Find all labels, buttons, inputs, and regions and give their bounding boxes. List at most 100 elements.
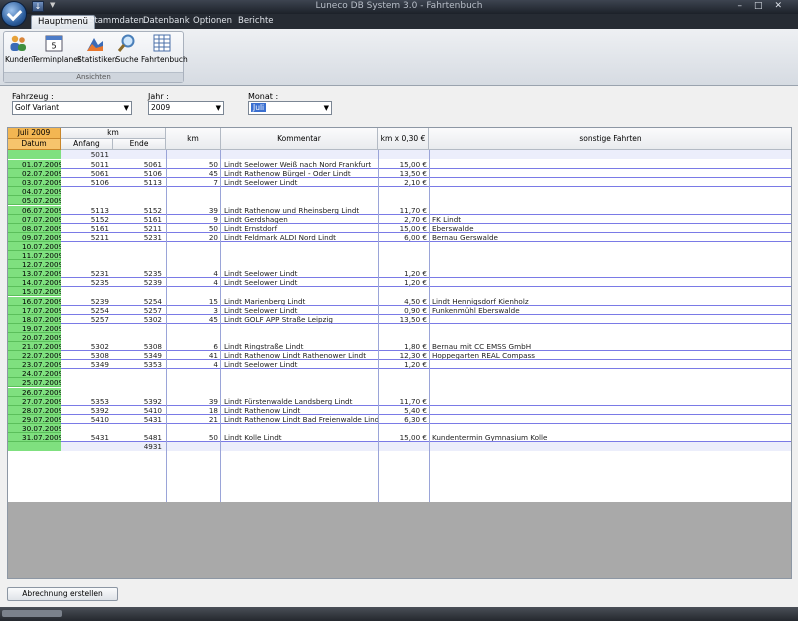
kommentar-cell[interactable] bbox=[221, 388, 378, 397]
ende-cell[interactable] bbox=[113, 187, 166, 196]
sonstige-cell[interactable] bbox=[429, 369, 791, 378]
anfang-cell[interactable] bbox=[61, 251, 113, 260]
kommentar-cell[interactable] bbox=[221, 260, 378, 269]
sonstige-cell[interactable] bbox=[429, 287, 791, 296]
km-cell[interactable] bbox=[166, 251, 220, 260]
anfang-cell[interactable] bbox=[61, 187, 113, 196]
geld-cell[interactable] bbox=[378, 388, 429, 397]
geld-cell[interactable] bbox=[378, 242, 429, 251]
km-cell[interactable] bbox=[166, 196, 220, 205]
ende-cell[interactable] bbox=[113, 378, 166, 387]
km-cell[interactable] bbox=[166, 388, 220, 397]
geld-cell[interactable] bbox=[378, 260, 429, 269]
anfang-cell[interactable] bbox=[61, 388, 113, 397]
sonstige-cell[interactable] bbox=[429, 260, 791, 269]
sonstige-cell[interactable] bbox=[429, 378, 791, 387]
suche-button[interactable]: Suche bbox=[114, 33, 140, 69]
kommentar-cell[interactable] bbox=[221, 369, 378, 378]
geld-cell[interactable] bbox=[378, 378, 429, 387]
close-button[interactable]: ✕ bbox=[774, 1, 794, 11]
table-row[interactable]: 05.07.2009 bbox=[8, 196, 791, 206]
kommentar-header[interactable]: Kommentar bbox=[221, 128, 378, 150]
kommentar-cell[interactable] bbox=[221, 378, 378, 387]
datum-header[interactable]: Datum bbox=[8, 139, 61, 150]
ende-cell[interactable] bbox=[113, 369, 166, 378]
table-row[interactable]: 10.07.2009 bbox=[8, 241, 791, 251]
statistiken-button[interactable]: Statistiken bbox=[77, 33, 117, 69]
ende-cell[interactable] bbox=[113, 196, 166, 205]
sonstige-cell[interactable] bbox=[429, 333, 791, 342]
sonstige-cell[interactable] bbox=[429, 196, 791, 205]
kommentar-cell[interactable] bbox=[221, 196, 378, 205]
ende-cell[interactable] bbox=[113, 251, 166, 260]
geld-cell[interactable] bbox=[378, 324, 429, 333]
kommentar-cell[interactable] bbox=[221, 287, 378, 296]
ende-cell[interactable] bbox=[113, 333, 166, 342]
km-cell[interactable] bbox=[166, 287, 220, 296]
table-row[interactable]: 26.07.2009 bbox=[8, 387, 791, 397]
fahrtenbuch-button[interactable]: Fahrtenbuch bbox=[141, 33, 188, 69]
kommentar-cell[interactable] bbox=[221, 333, 378, 342]
km-cell[interactable] bbox=[166, 324, 220, 333]
kommentar-cell[interactable] bbox=[221, 251, 378, 260]
window-controls[interactable]: –□✕ bbox=[737, 1, 794, 11]
terminplaner-button[interactable]: 5 Terminplaner bbox=[32, 33, 81, 69]
sonstige-header[interactable]: sonstige Fahrten bbox=[429, 128, 791, 150]
anfang-cell[interactable] bbox=[61, 378, 113, 387]
geld-cell[interactable] bbox=[378, 251, 429, 260]
geld-cell[interactable] bbox=[378, 196, 429, 205]
sonstige-cell[interactable] bbox=[429, 251, 791, 260]
geld-cell[interactable] bbox=[378, 187, 429, 196]
kommentar-cell[interactable] bbox=[221, 424, 378, 433]
sonstige-cell[interactable] bbox=[429, 324, 791, 333]
table-row[interactable]: 20.07.2009 bbox=[8, 332, 791, 342]
tab-berichte[interactable]: Berichte bbox=[232, 15, 280, 29]
table-row[interactable]: 04.07.2009 bbox=[8, 187, 791, 197]
monat-select[interactable]: Juli ▼ bbox=[248, 101, 332, 115]
km-cell[interactable] bbox=[166, 424, 220, 433]
ende-cell[interactable] bbox=[113, 388, 166, 397]
minimize-button[interactable]: – bbox=[737, 1, 754, 11]
anfang-cell[interactable] bbox=[61, 196, 113, 205]
geld-cell[interactable] bbox=[378, 424, 429, 433]
table-row[interactable]: 19.07.2009 bbox=[8, 323, 791, 333]
anfang-cell[interactable] bbox=[61, 242, 113, 251]
fahrzeug-select[interactable]: Golf Variant ▼ bbox=[12, 101, 132, 115]
anfang-cell[interactable] bbox=[61, 424, 113, 433]
km-header[interactable]: km bbox=[166, 128, 221, 150]
geld-header[interactable]: km x 0,30 € bbox=[378, 128, 429, 150]
anfang-cell[interactable] bbox=[61, 324, 113, 333]
ende-cell[interactable] bbox=[113, 242, 166, 251]
geld-cell[interactable] bbox=[378, 333, 429, 342]
table-row[interactable]: 24.07.2009 bbox=[8, 369, 791, 379]
sonstige-cell[interactable] bbox=[429, 424, 791, 433]
table-row[interactable]: 15.07.2009 bbox=[8, 287, 791, 297]
jahr-select[interactable]: 2009 ▼ bbox=[148, 101, 224, 115]
kommentar-cell[interactable] bbox=[221, 187, 378, 196]
geld-cell[interactable] bbox=[378, 287, 429, 296]
anfang-cell[interactable] bbox=[61, 369, 113, 378]
km-cell[interactable] bbox=[166, 187, 220, 196]
anfang-cell[interactable] bbox=[61, 333, 113, 342]
tab-optionen[interactable]: Optionen bbox=[187, 15, 238, 29]
km-cell[interactable] bbox=[166, 260, 220, 269]
ende-header[interactable]: Ende bbox=[113, 139, 166, 150]
table-row[interactable]: 11.07.2009 bbox=[8, 251, 791, 260]
km-cell[interactable] bbox=[166, 333, 220, 342]
abrechnung-erstellen-button[interactable]: Abrechnung erstellen bbox=[7, 587, 118, 601]
maximize-button[interactable]: □ bbox=[754, 1, 775, 11]
anfang-cell[interactable] bbox=[61, 260, 113, 269]
km-cell[interactable] bbox=[166, 378, 220, 387]
km-cell[interactable] bbox=[166, 369, 220, 378]
kunden-button[interactable]: Kunden bbox=[5, 33, 33, 69]
fahrtenbuch-grid[interactable]: Juli 2009 Datum km Anfang Ende km Kommen… bbox=[7, 127, 792, 506]
ende-cell[interactable] bbox=[113, 287, 166, 296]
sonstige-cell[interactable] bbox=[429, 187, 791, 196]
ende-cell[interactable] bbox=[113, 324, 166, 333]
table-row[interactable]: 25.07.2009 bbox=[8, 378, 791, 388]
ende-cell[interactable] bbox=[113, 260, 166, 269]
sonstige-cell[interactable] bbox=[429, 242, 791, 251]
geld-cell[interactable] bbox=[378, 369, 429, 378]
table-row[interactable]: 12.07.2009 bbox=[8, 260, 791, 270]
km-cell[interactable] bbox=[166, 242, 220, 251]
